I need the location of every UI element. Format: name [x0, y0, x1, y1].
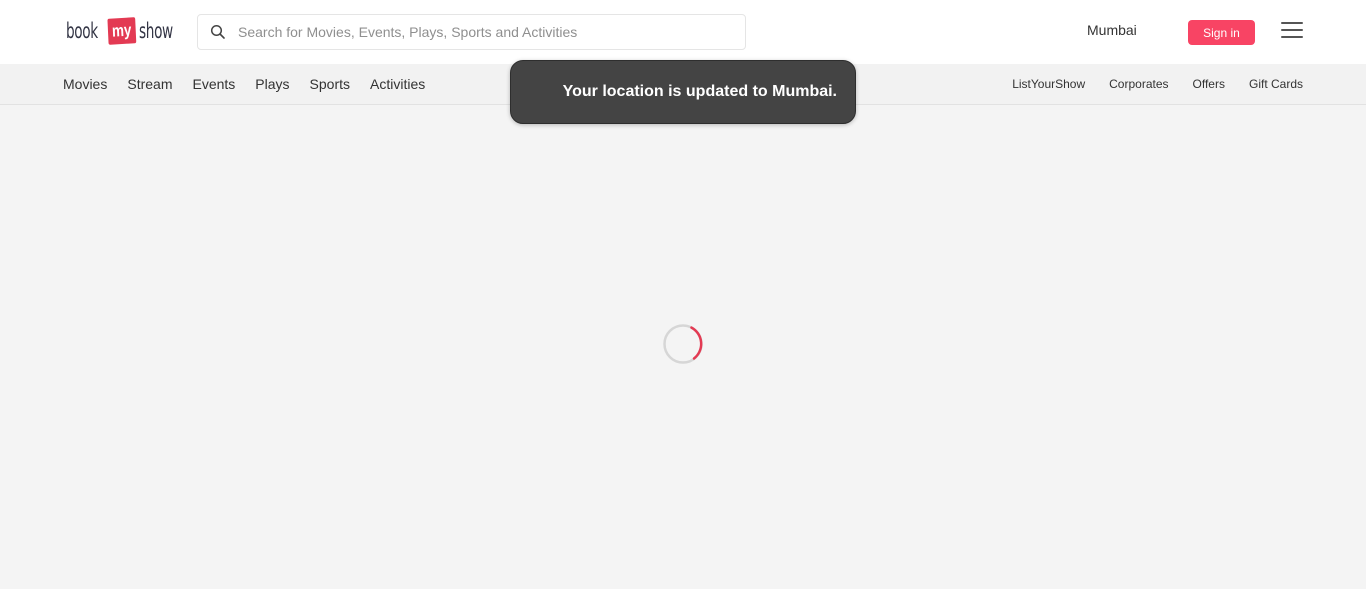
- sign-in-button[interactable]: Sign in: [1188, 20, 1255, 45]
- nav-link-corporates[interactable]: Corporates: [1109, 77, 1168, 91]
- hamburger-menu-icon[interactable]: [1281, 22, 1303, 38]
- location-toast: Your location is updated to Mumbai.: [510, 60, 856, 124]
- logo-text-my: my: [107, 17, 137, 45]
- loading-spinner-icon: [663, 324, 703, 364]
- search-bar[interactable]: [197, 14, 746, 50]
- search-input[interactable]: [238, 24, 718, 40]
- logo-text-show: show: [138, 19, 173, 43]
- nav-link-plays[interactable]: Plays: [255, 76, 289, 92]
- nav-link-activities[interactable]: Activities: [370, 76, 425, 92]
- bookmyshow-logo[interactable]: book my show: [66, 14, 176, 48]
- logo-text-book: book: [66, 19, 98, 43]
- toast-message: Your location is updated to Mumbai.: [562, 83, 837, 100]
- utility-links: ListYourShow Corporates Offers Gift Card…: [988, 64, 1303, 104]
- nav-link-offers[interactable]: Offers: [1193, 77, 1225, 91]
- nav-link-sports[interactable]: Sports: [310, 76, 350, 92]
- category-links: Movies Stream Events Plays Sports Activi…: [63, 64, 445, 104]
- nav-link-listyourshow[interactable]: ListYourShow: [1012, 77, 1085, 91]
- search-icon: [210, 24, 226, 40]
- nav-link-stream[interactable]: Stream: [127, 76, 172, 92]
- city-selector[interactable]: Mumbai: [1087, 22, 1137, 38]
- nav-link-events[interactable]: Events: [192, 76, 235, 92]
- nav-link-movies[interactable]: Movies: [63, 76, 107, 92]
- nav-link-gift-cards[interactable]: Gift Cards: [1249, 77, 1303, 91]
- top-header: book my show Mumbai Sign in: [0, 0, 1366, 64]
